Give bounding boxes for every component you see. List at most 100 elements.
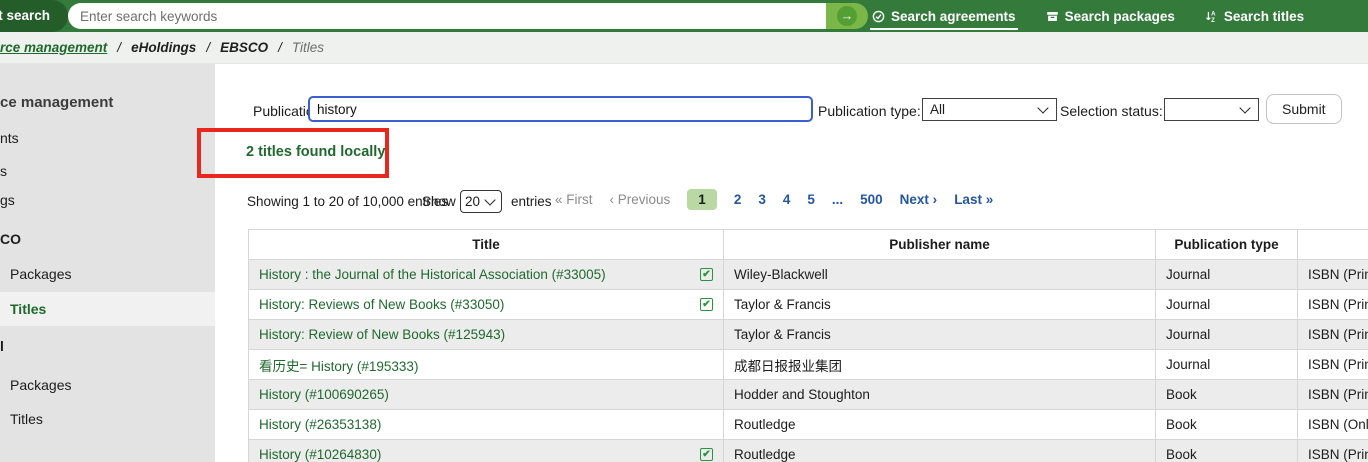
breadcrumb-titles: Titles <box>292 40 324 55</box>
sidebar-item-co[interactable]: CO <box>0 231 21 247</box>
title-link[interactable]: History (#100690265) <box>259 387 389 402</box>
table-row: History (#26353138) RoutledgeBookISBN (On… <box>249 410 1368 440</box>
publication-type-value: All <box>930 102 1033 117</box>
publication-type-cell: Journal <box>1156 290 1298 320</box>
topbar: nt search → Search agreements Search pack… <box>0 0 1368 32</box>
sidebar-item-nts[interactable]: nts <box>0 130 19 146</box>
title-cell: History: Reviews of New Books (#33050)✔ <box>249 290 724 320</box>
title-link[interactable]: History: Reviews of New Books (#33050) <box>259 297 504 312</box>
title-cell: History : the Journal of the Historical … <box>249 260 724 290</box>
pagination-page-4[interactable]: 4 <box>783 192 791 207</box>
publisher-cell: 成都日报报业集团 <box>724 350 1156 380</box>
publication-type-cell: Book <box>1156 440 1298 462</box>
screen: nt search → Search agreements Search pack… <box>0 0 1368 462</box>
search-input[interactable] <box>68 3 826 29</box>
table-row: History: Review of New Books (#125943)Ta… <box>249 320 1368 350</box>
pagination-page-500[interactable]: 500 <box>860 192 883 207</box>
publication-type-cell: Journal <box>1156 350 1298 380</box>
sort-alpha-icon: AZ <box>1205 10 1218 23</box>
breadcrumb: rce management/eHoldings/EBSCO/Titles <box>0 32 1368 64</box>
sidebar-item-packages[interactable]: Packages <box>10 266 71 282</box>
publication-type-cell: Book <box>1156 410 1298 440</box>
search-tab[interactable]: nt search <box>0 0 68 32</box>
title-cell: History: Review of New Books (#125943) <box>249 320 724 350</box>
publication-type-cell: Journal <box>1156 260 1298 290</box>
publication-type-cell: Book <box>1156 380 1298 410</box>
sidebar-item-titles[interactable]: Titles <box>0 292 215 326</box>
pagination-ellipsis: ... <box>832 192 843 207</box>
breadcrumb-rce-management[interactable]: rce management <box>0 40 107 55</box>
sidebar-item-gs[interactable]: gs <box>0 192 15 208</box>
pagination-page-3[interactable]: 3 <box>758 192 766 207</box>
breadcrumb-eholdings: eHoldings <box>131 40 196 55</box>
publisher-cell: Taylor & Francis <box>724 290 1156 320</box>
publication-type-select[interactable]: All <box>922 98 1057 121</box>
publisher-cell: Hodder and Stoughton <box>724 380 1156 410</box>
pagination-page-1[interactable]: 1 <box>687 189 717 210</box>
breadcrumb-separator: / <box>206 40 210 55</box>
sidebar-item-titles[interactable]: Titles <box>10 411 43 427</box>
show-label: Show <box>422 194 456 209</box>
title-cell: History (#100690265) <box>249 380 724 410</box>
publisher-cell: Wiley-Blackwell <box>724 260 1156 290</box>
top-nav: Search agreements Search packages AZSearch… <box>870 0 1306 32</box>
selection-status-select[interactable] <box>1164 98 1259 121</box>
pagination-page-5[interactable]: 5 <box>807 192 815 207</box>
title-link[interactable]: History: Review of New Books (#125943) <box>259 327 505 342</box>
table-row: History: Reviews of New Books (#33050)✔T… <box>249 290 1368 320</box>
table-row: 看历史= History (#195333)成都日报报业集团JournalISB… <box>249 350 1368 380</box>
identifier-cell: ISBN (Print <box>1298 320 1368 350</box>
breadcrumb-separator: / <box>117 40 121 55</box>
top-nav-label: Search agreements <box>891 9 1016 24</box>
submit-button[interactable]: Submit <box>1266 94 1342 124</box>
pagination-previous[interactable]: ‹ Previous <box>610 192 671 207</box>
results-table: TitlePublisher namePublication type Hist… <box>248 229 1368 462</box>
identifier-cell: ISBN (Print <box>1298 290 1368 320</box>
pagination-page-2[interactable]: 2 <box>734 192 742 207</box>
title-link[interactable]: History : the Journal of the Historical … <box>259 267 606 282</box>
sidebar-title: ce management <box>0 94 113 111</box>
arrow-right-icon: → <box>837 6 857 26</box>
selection-status-label: Selection status: <box>1060 103 1163 119</box>
column-header-title: Title <box>249 230 724 260</box>
result-message: 2 titles found locally <box>246 144 385 160</box>
title-link[interactable]: History (#10264830) <box>259 447 381 462</box>
table-row: History (#10264830)✔RoutledgeBookISBN (P… <box>249 440 1368 462</box>
pagination: « First ‹ Previous 1 2 3 4 5... 500 Next › Last » <box>555 189 993 210</box>
publisher-cell: Routledge <box>724 440 1156 462</box>
sidebar-item-s[interactable]: s <box>0 163 7 179</box>
sidebar: ce management nts s gs CO Packages Titles l Pac… <box>0 64 215 462</box>
column-header-identifier <box>1298 230 1368 260</box>
search-submit-button[interactable]: → <box>826 3 868 29</box>
top-nav-search-titles[interactable]: AZSearch titles <box>1203 3 1306 30</box>
chevron-down-icon <box>1239 102 1250 113</box>
sidebar-item-packages[interactable]: Packages <box>10 377 71 393</box>
identifier-cell: ISBN (Print <box>1298 260 1368 290</box>
title-link[interactable]: History (#26353138) <box>259 417 381 432</box>
archive-icon <box>1046 10 1059 23</box>
table-row: History : the Journal of the Historical … <box>249 260 1368 290</box>
pagination-last[interactable]: Last » <box>954 192 993 207</box>
page-size-value: 20 <box>465 194 480 209</box>
title-link[interactable]: 看历史= History (#195333) <box>259 355 418 375</box>
identifier-cell: ISBN (Onlin <box>1298 410 1368 440</box>
showing-entries-text: Showing 1 to 20 of 10,000 entries <box>247 194 448 209</box>
entries-label: entries <box>511 194 552 209</box>
publication-type-label: Publication type: <box>818 103 921 119</box>
publisher-cell: Routledge <box>724 410 1156 440</box>
identifier-cell: ISBN (Print <box>1298 440 1368 462</box>
pagination-next[interactable]: Next › <box>900 192 938 207</box>
column-header-publication-type: Publication type <box>1156 230 1298 260</box>
page-size-select[interactable]: 20 <box>460 190 502 213</box>
publication-type-cell: Journal <box>1156 320 1298 350</box>
identifier-cell: ISBN (Print <box>1298 380 1368 410</box>
top-nav-search-packages[interactable]: Search packages <box>1044 3 1177 30</box>
title-cell: History (#10264830)✔ <box>249 440 724 462</box>
pagination-first[interactable]: « First <box>555 192 593 207</box>
chevron-down-icon <box>484 194 495 205</box>
top-nav-search-agreements[interactable]: Search agreements <box>870 3 1018 30</box>
publication-title-input[interactable] <box>308 96 813 122</box>
sidebar-item-l[interactable]: l <box>0 338 4 354</box>
table-row: History (#100690265) Hodder and Stoughton… <box>249 380 1368 410</box>
column-header-publisher-name: Publisher name <box>724 230 1156 260</box>
